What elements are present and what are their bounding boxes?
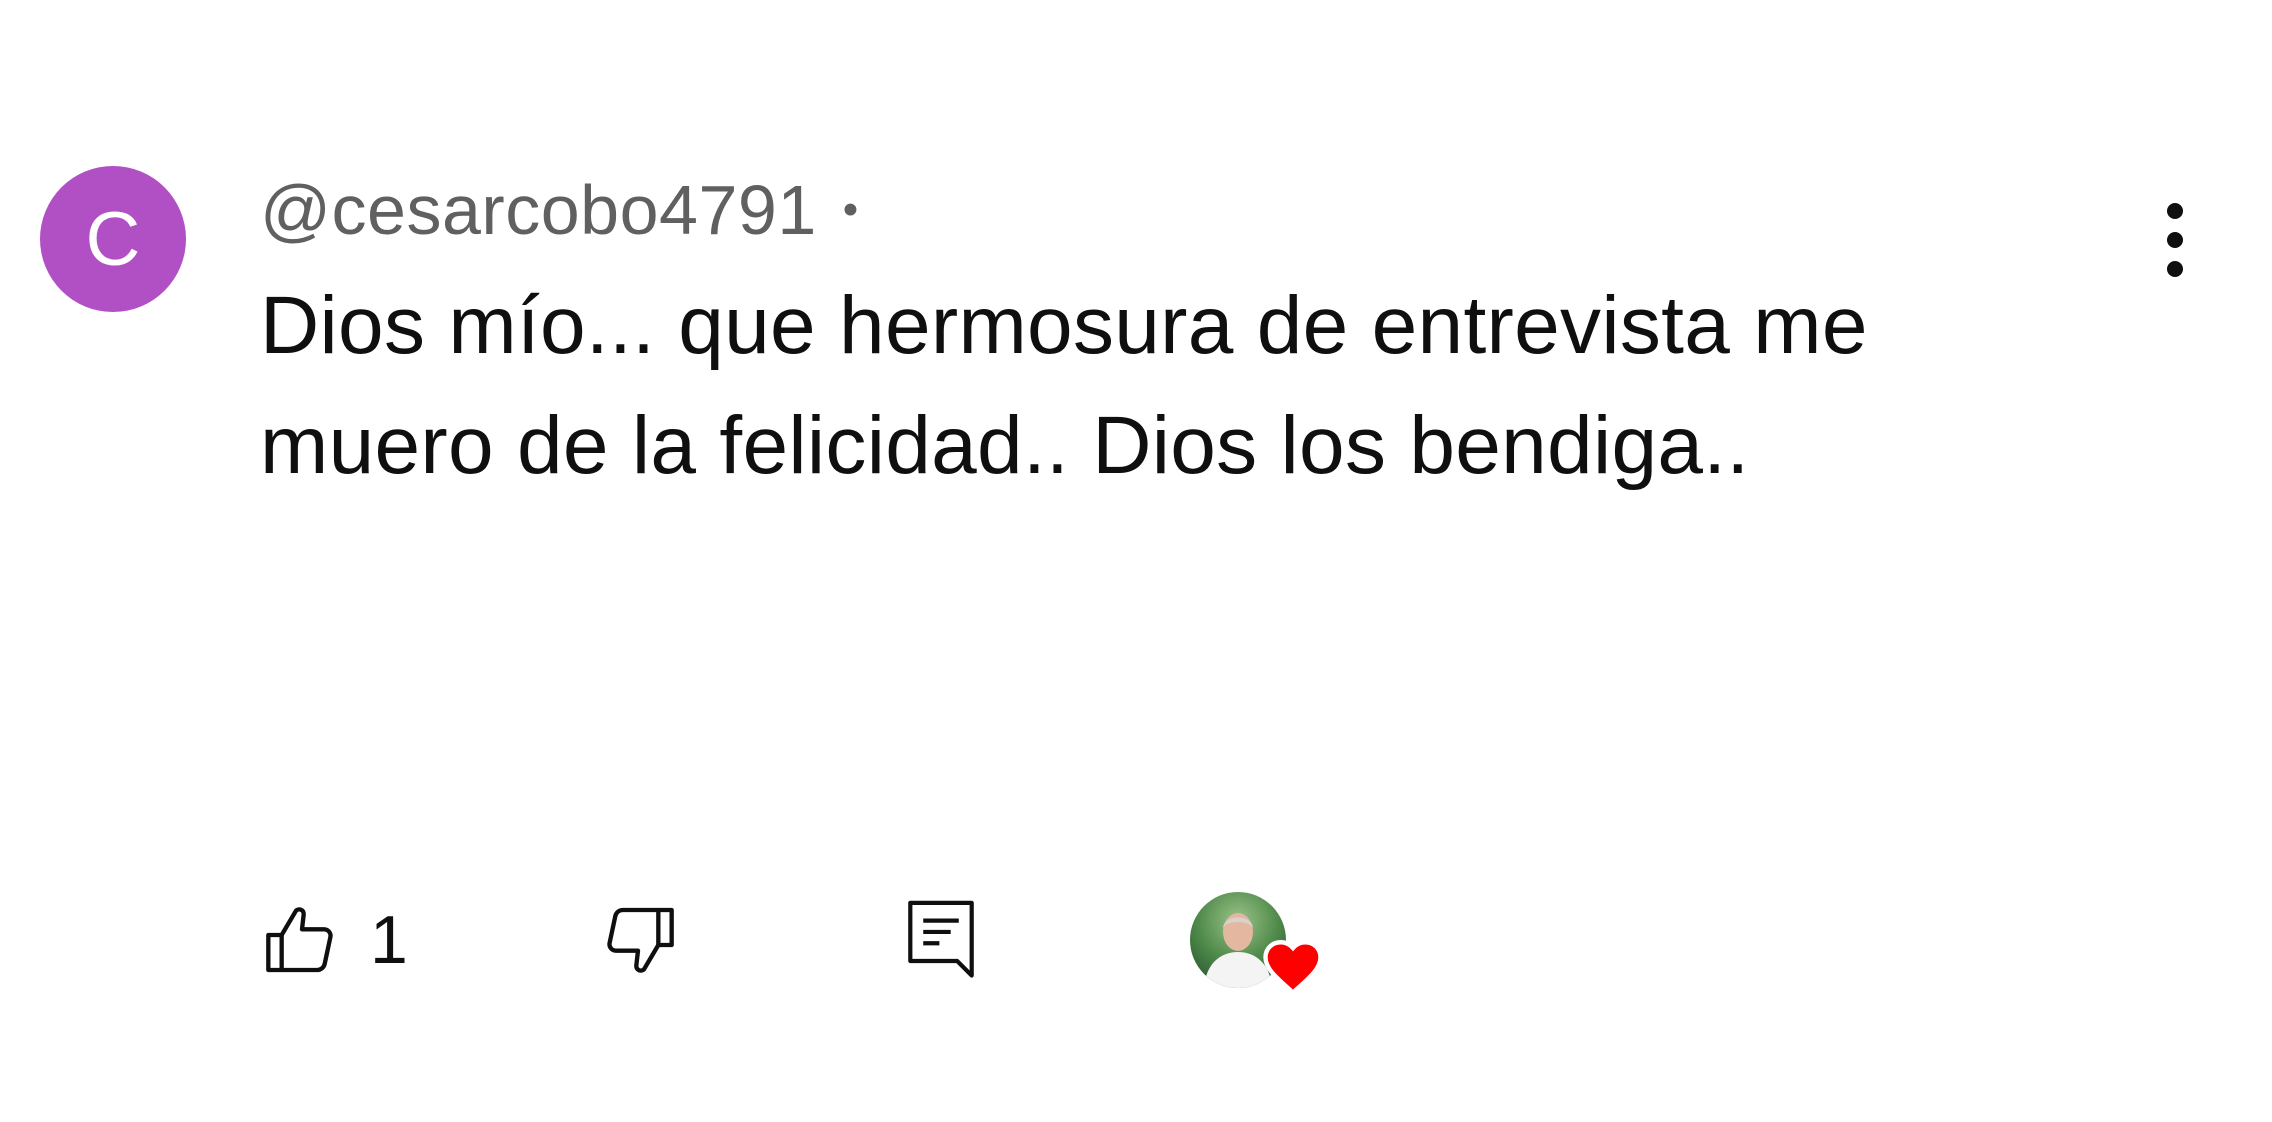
reply-button[interactable] (905, 880, 977, 1000)
author-handle[interactable]: @cesarcobo4791 (260, 170, 817, 250)
header-separator: • (842, 185, 859, 234)
comment-thread-item: C @cesarcobo4791 • Dios mío... que hermo… (0, 0, 2272, 1122)
like-button[interactable]: 1 (260, 880, 408, 1000)
comment-text: Dios mío... que hermosura de entrevista … (260, 280, 1868, 491)
avatar-letter: C (85, 196, 141, 282)
reply-comment-icon (908, 900, 974, 978)
more-vert-icon (2167, 203, 2183, 277)
author-avatar[interactable]: C (40, 166, 186, 312)
dislike-button[interactable] (600, 880, 680, 1000)
comment-menu-button[interactable] (2140, 190, 2210, 290)
comment-header: @cesarcobo4791 • (260, 170, 880, 250)
comment-action-bar: 1 (260, 880, 1360, 1000)
thumb-down-icon (607, 907, 674, 973)
thumb-up-icon (266, 907, 333, 973)
like-count: 1 (370, 902, 408, 978)
heart-icon (1263, 940, 1323, 996)
